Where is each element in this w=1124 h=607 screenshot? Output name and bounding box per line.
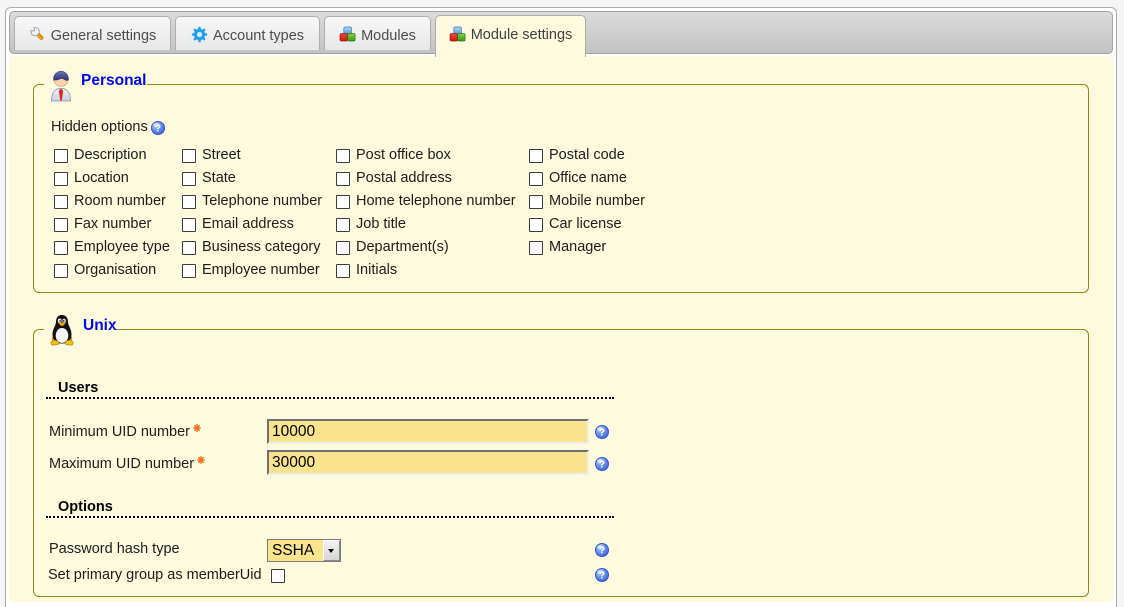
- svg-text:?: ?: [599, 458, 605, 470]
- svg-text:?: ?: [599, 545, 605, 557]
- svg-text:?: ?: [155, 123, 161, 135]
- svg-text:?: ?: [599, 427, 605, 439]
- svg-text:?: ?: [599, 570, 605, 582]
